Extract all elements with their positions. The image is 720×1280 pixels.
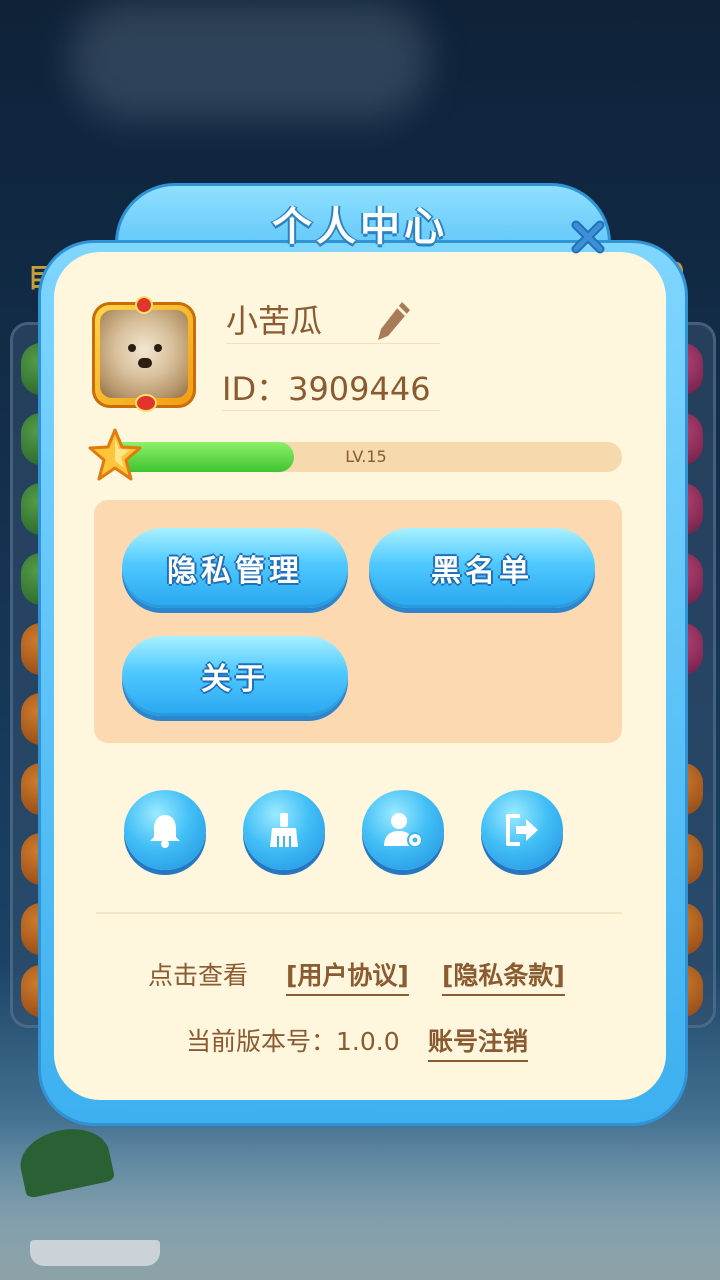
bell-icon [150,815,180,848]
notifications-button[interactable] [124,790,206,870]
close-icon [571,220,605,254]
logout-button[interactable] [481,790,563,870]
star-icon [88,428,142,481]
dog-avatar [100,310,188,398]
edit-name-button[interactable] [374,298,414,344]
avatar-frame-gem [135,296,153,314]
blacklist-button[interactable]: 黑名单 [369,528,595,608]
user-settings-icon [384,813,423,848]
account-settings-button[interactable] [362,790,444,870]
avatar-eye [128,344,136,352]
delete-account-link[interactable]: 账号注销 [428,1022,529,1062]
level-progress-bar: LV.15 [110,442,622,472]
avatar-eye [154,344,162,352]
nickname: 小苦瓜 [226,302,323,340]
avatar-nose [138,358,152,368]
clear-cache-button[interactable] [243,790,325,870]
dialog-title: 个人中心 [272,204,448,250]
close-button[interactable] [565,214,611,260]
user-agreement-link[interactable]: [用户协议] [286,956,409,996]
about-button[interactable]: 关于 [122,636,348,716]
logout-icon [506,814,538,846]
avatar-frame-gem [135,394,157,412]
privacy-terms-link[interactable]: [隐私条款] [442,956,565,996]
user-id: ID：3909446 [222,370,431,408]
privacy-management-button[interactable]: 隐私管理 [122,528,348,608]
level-label: LV.15 [345,447,387,466]
view-prompt: 点击查看 [148,961,249,990]
avatar[interactable] [92,296,196,412]
pencil-icon [378,302,410,340]
footer-divider [96,912,622,914]
user-id-underline [222,410,440,411]
broom-icon [270,813,298,847]
version-text: 当前版本号：1.0.0 [186,1027,400,1056]
